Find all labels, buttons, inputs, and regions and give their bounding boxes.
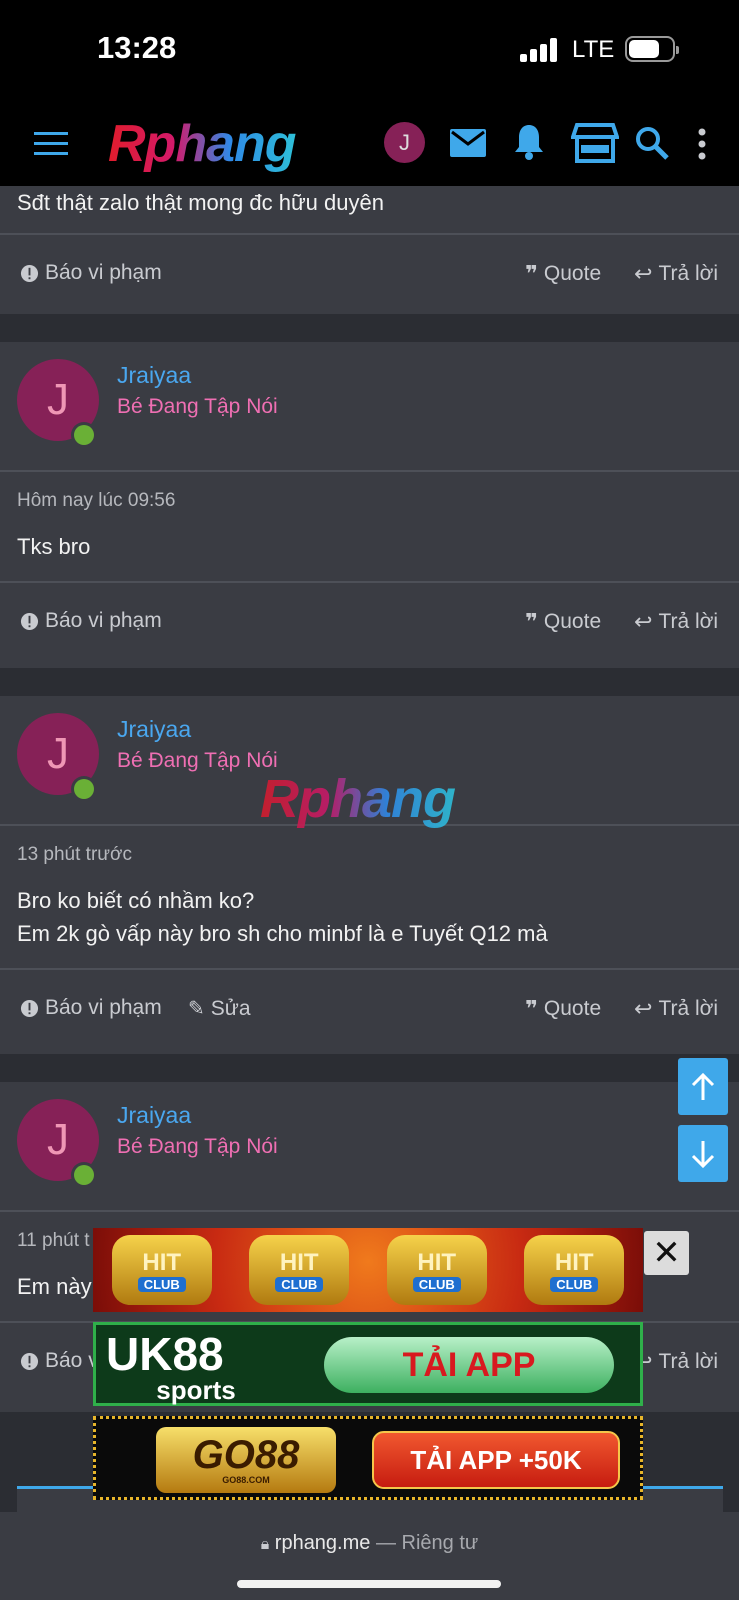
quote-button[interactable]: ❞ Quote xyxy=(525,996,601,1022)
reply-button[interactable]: ↩ Trả lời xyxy=(634,996,718,1022)
user-avatar[interactable]: J xyxy=(384,122,425,163)
reply-button[interactable]: ↩ Trả lời xyxy=(634,609,718,635)
arrow-up-icon xyxy=(691,1072,715,1100)
close-ad-button[interactable]: ✕ xyxy=(644,1231,689,1275)
post-time[interactable]: Hôm nay lúc 09:56 xyxy=(0,472,739,512)
go88-logo: GO88 GO88.COM xyxy=(156,1427,336,1493)
edit-button[interactable]: ✎ Sửa xyxy=(188,996,251,1021)
post-actions: Báo vi phạm ❞ Quote ↩ Trả lời xyxy=(0,583,739,663)
user-title: Bé Đang Tập Nói xyxy=(117,1135,278,1158)
search-icon[interactable] xyxy=(634,124,670,162)
alert-icon xyxy=(20,612,39,630)
online-status-icon xyxy=(71,422,97,448)
hitclub-logo: HIT CLUB xyxy=(111,1235,212,1305)
quote-button[interactable]: ❞ Quote xyxy=(525,261,601,287)
pencil-icon: ✎ xyxy=(188,998,205,1020)
uk88-logo: UK88 xyxy=(106,1328,224,1380)
report-button[interactable]: Báo vi phạm xyxy=(20,996,162,1020)
quote-icon: ❞ xyxy=(525,609,538,634)
store-icon[interactable] xyxy=(570,120,620,164)
hitclub-logo: HIT CLUB xyxy=(524,1235,625,1305)
more-icon[interactable] xyxy=(690,124,714,164)
arrow-down-icon xyxy=(691,1140,715,1168)
report-button[interactable]: Báo vi phạm xyxy=(20,261,162,285)
post-card: J Jraiyaa Bé Đang Tập Nói 13 phút trước … xyxy=(0,696,739,1054)
report-button[interactable]: Báo vi phạm xyxy=(20,609,162,633)
alert-icon xyxy=(20,1352,39,1370)
status-time: 13:28 xyxy=(97,30,177,65)
watermark-logo: Rphang xyxy=(260,769,456,829)
reply-icon: ↩ xyxy=(634,609,653,634)
bell-icon[interactable] xyxy=(510,122,548,162)
username[interactable]: Jraiyaa xyxy=(117,1102,191,1129)
user-title: Bé Đang Tập Nói xyxy=(117,395,278,418)
scroll-bottom-button[interactable] xyxy=(678,1125,728,1182)
username[interactable]: Jraiyaa xyxy=(117,716,191,743)
go88-cta: TẢI APP +50K xyxy=(372,1431,620,1489)
post-time[interactable]: 13 phút trước xyxy=(0,826,739,866)
quote-icon: ❞ xyxy=(525,261,538,286)
lock-icon: 🔒︎ xyxy=(260,1536,270,1553)
alert-icon xyxy=(20,264,39,282)
reply-button[interactable]: ↩ Trả lời xyxy=(634,1349,718,1375)
post-header: J Jraiyaa Bé Đang Tập Nói xyxy=(0,1082,739,1210)
top-navbar: Rphang J xyxy=(0,104,739,186)
post-actions: Báo vi phạm ❞ Quote ↩ Trả lời xyxy=(0,235,739,315)
ad-banner-hitclub[interactable]: HIT CLUB HIT CLUB HIT CLUB HIT CLUB xyxy=(93,1228,643,1312)
site-logo[interactable]: Rphang xyxy=(108,114,297,174)
mail-icon[interactable] xyxy=(449,124,487,162)
quote-icon: ❞ xyxy=(525,996,538,1021)
battery-icon xyxy=(625,36,679,62)
network-label: LTE xyxy=(572,36,615,63)
post-actions: Báo vi phạm ✎ Sửa ❞ Quote ↩ Trả lời xyxy=(0,970,739,1050)
reply-icon: ↩ xyxy=(634,996,653,1021)
scroll-top-button[interactable] xyxy=(678,1058,728,1115)
online-status-icon xyxy=(71,1162,97,1188)
ad-banner-go88[interactable]: GO88 GO88.COM TẢI APP +50K xyxy=(93,1416,643,1500)
reply-icon: ↩ xyxy=(634,261,653,286)
post-tail: Sđt thật zalo thật mong đc hữu duyên Báo… xyxy=(0,186,739,314)
reply-button[interactable]: ↩ Trả lời xyxy=(634,261,718,287)
report-button[interactable]: Báo v xyxy=(20,1349,99,1373)
url-bar[interactable]: 🔒︎ rphang.me — Riêng tư xyxy=(0,1532,739,1555)
hitclub-logo: HIT CLUB xyxy=(249,1235,350,1305)
home-indicator[interactable] xyxy=(237,1580,501,1588)
online-status-icon xyxy=(71,776,97,802)
user-title: Bé Đang Tập Nói xyxy=(117,749,278,772)
menu-icon[interactable] xyxy=(33,126,69,162)
post-message: Sđt thật zalo thật mong đc hữu duyên xyxy=(17,190,384,215)
status-bar: 13:28 LTE xyxy=(0,0,739,104)
alert-icon xyxy=(20,999,39,1017)
post-card: J Jraiyaa Bé Đang Tập Nói Hôm nay lúc 09… xyxy=(0,342,739,668)
close-icon: ✕ xyxy=(652,1234,681,1272)
hitclub-logo: HIT CLUB xyxy=(386,1235,487,1305)
quote-button[interactable]: ❞ Quote xyxy=(525,609,601,635)
post-message: Tks bro xyxy=(17,534,91,559)
username[interactable]: Jraiyaa xyxy=(117,362,191,389)
ad-banner-uk88[interactable]: UK88 sports TẢI APP xyxy=(93,1322,643,1406)
uk88-cta: TẢI APP xyxy=(324,1337,614,1393)
post-message: Bro ko biết có nhầm ko? Em 2k gò vấp này… xyxy=(17,888,548,946)
post-header: J Jraiyaa Bé Đang Tập Nói xyxy=(0,342,739,470)
signal-icon xyxy=(520,38,560,62)
browser-bar: 🔒︎ rphang.me — Riêng tư xyxy=(0,1512,739,1600)
